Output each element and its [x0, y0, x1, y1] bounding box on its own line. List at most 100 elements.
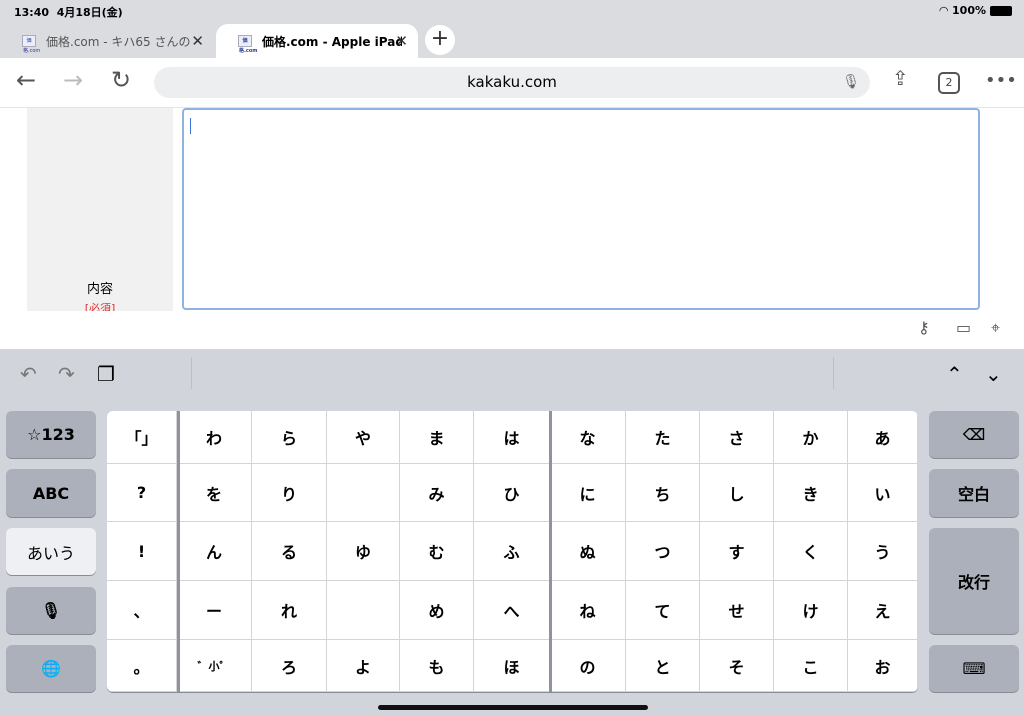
- kana-key[interactable]: 「」: [107, 411, 177, 464]
- globe-icon[interactable]: 🌐: [6, 645, 96, 692]
- kana-key[interactable]: ち: [626, 464, 700, 522]
- kana-key[interactable]: む: [400, 522, 474, 581]
- kana-key[interactable]: ん: [177, 522, 252, 581]
- kana-key[interactable]: [327, 581, 400, 640]
- undo-icon[interactable]: ↶: [20, 362, 37, 386]
- close-tab-icon[interactable]: ✕: [191, 32, 204, 50]
- kana-key[interactable]: と: [626, 640, 700, 692]
- kana-key[interactable]: か: [774, 411, 848, 464]
- kana-key[interactable]: も: [400, 640, 474, 692]
- kana-key[interactable]: の: [550, 640, 626, 692]
- kana-key[interactable]: て: [626, 581, 700, 640]
- kana-key[interactable]: い: [848, 464, 918, 522]
- kana-key[interactable]: ふ: [474, 522, 550, 581]
- kana-key[interactable]: は: [474, 411, 550, 464]
- paste-icon[interactable]: ❐: [97, 362, 115, 386]
- reload-icon[interactable]: ↻: [111, 66, 131, 94]
- kana-key[interactable]: !: [107, 522, 177, 581]
- kana-key[interactable]: め: [400, 581, 474, 640]
- kana-key[interactable]: ゛小゜: [177, 640, 252, 692]
- time: 13:40: [14, 6, 50, 19]
- kana-grid: 「」わらやまはなたさかあ? をり みひにちしきい! んるゆむふぬつすくう、ーれ めへねて…: [107, 411, 918, 692]
- kana-key[interactable]: る: [252, 522, 327, 581]
- kana-key[interactable]: ま: [400, 411, 474, 464]
- divider: [191, 357, 192, 389]
- microphone-icon[interactable]: 🎙: [842, 67, 860, 98]
- home-indicator: [378, 705, 648, 710]
- redo-icon[interactable]: ↷: [58, 362, 75, 386]
- date: 4月18日(金): [56, 6, 123, 19]
- credit-card-icon[interactable]: ▭: [956, 318, 971, 337]
- kana-key[interactable]: し: [700, 464, 774, 522]
- kana-key[interactable]: を: [177, 464, 252, 522]
- more-icon[interactable]: •••: [985, 70, 1017, 91]
- return-key[interactable]: 改行: [929, 528, 1019, 634]
- status-right: ◠ 100%: [940, 4, 1012, 17]
- kana-key[interactable]: せ: [700, 581, 774, 640]
- kana-key[interactable]: よ: [327, 640, 400, 692]
- kana-key[interactable]: み: [400, 464, 474, 522]
- kana-key[interactable]: ?: [107, 464, 177, 522]
- tab-ipad[interactable]: 価格.com 価格.com - Apple iPad 1( ✕: [216, 24, 418, 58]
- kana-key[interactable]: 、: [107, 581, 177, 640]
- content-textarea[interactable]: [182, 108, 980, 310]
- kana-key[interactable]: け: [774, 581, 848, 640]
- kana-key[interactable]: ぬ: [550, 522, 626, 581]
- back-arrow-icon[interactable]: ←: [16, 66, 36, 94]
- kana-key[interactable]: う: [848, 522, 918, 581]
- kana-key[interactable]: さ: [700, 411, 774, 464]
- kana-key[interactable]: ほ: [474, 640, 550, 692]
- kana-key[interactable]: ね: [550, 581, 626, 640]
- wifi-icon: ◠: [939, 4, 949, 17]
- close-tab-icon[interactable]: ✕: [395, 32, 408, 50]
- forward-arrow-icon[interactable]: →: [63, 66, 83, 94]
- tab-count-button[interactable]: 2: [938, 72, 960, 94]
- tab-title: 価格.com - キハ65 さんの: [46, 34, 191, 49]
- kakaku-favicon: 価格.com: [22, 35, 40, 54]
- kana-key[interactable]: あいう: [6, 528, 96, 575]
- kana-key[interactable]: き: [774, 464, 848, 522]
- kana-key[interactable]: ー: [177, 581, 252, 640]
- dismiss-keyboard-icon[interactable]: ⌨: [929, 645, 1019, 692]
- kana-key[interactable]: に: [550, 464, 626, 522]
- kana-key[interactable]: え: [848, 581, 918, 640]
- kana-key[interactable]: ひ: [474, 464, 550, 522]
- chevron-down-icon[interactable]: ⌄: [985, 362, 1002, 386]
- battery-percent: 100%: [952, 4, 986, 17]
- kana-key[interactable]: こ: [774, 640, 848, 692]
- kana-key[interactable]: ら: [252, 411, 327, 464]
- tab-kiha65[interactable]: 価格.com 価格.com - キハ65 さんの ✕: [0, 24, 214, 58]
- space-key[interactable]: 空白: [929, 469, 1019, 517]
- address-bar[interactable]: kakaku.com 🎙: [154, 67, 870, 98]
- kana-key[interactable]: な: [550, 411, 626, 464]
- kana-key[interactable]: へ: [474, 581, 550, 640]
- battery-icon: [990, 5, 1012, 16]
- divider: [833, 357, 834, 389]
- abc-key[interactable]: ABC: [6, 469, 96, 517]
- kana-key[interactable]: [327, 464, 400, 522]
- kana-key[interactable]: く: [774, 522, 848, 581]
- numbers-key[interactable]: ☆123: [6, 411, 96, 458]
- kana-key[interactable]: あ: [848, 411, 918, 464]
- kana-key[interactable]: 。: [107, 640, 177, 692]
- kana-key[interactable]: ろ: [252, 640, 327, 692]
- kana-key[interactable]: つ: [626, 522, 700, 581]
- kana-key[interactable]: た: [626, 411, 700, 464]
- chevron-up-icon[interactable]: ⌃: [946, 362, 963, 386]
- kana-key[interactable]: り: [252, 464, 327, 522]
- dictation-mic-icon[interactable]: 🎙: [6, 587, 96, 634]
- location-pin-icon[interactable]: ⌖: [991, 318, 1000, 338]
- kana-key[interactable]: ゆ: [327, 522, 400, 581]
- delete-key[interactable]: ⌫: [929, 411, 1019, 458]
- kana-key[interactable]: れ: [252, 581, 327, 640]
- kana-key[interactable]: お: [848, 640, 918, 692]
- key-icon[interactable]: ⚷: [918, 318, 930, 337]
- kana-key[interactable]: そ: [700, 640, 774, 692]
- kana-key[interactable]: す: [700, 522, 774, 581]
- kana-key[interactable]: わ: [177, 411, 252, 464]
- new-tab-button[interactable]: +: [425, 25, 455, 55]
- kana-key[interactable]: や: [327, 411, 400, 464]
- share-icon[interactable]: ⇪: [892, 66, 909, 90]
- tab-title: 価格.com - Apple iPad 1(: [262, 34, 402, 49]
- form-label-cell: 内容 [必須]: [27, 108, 173, 311]
